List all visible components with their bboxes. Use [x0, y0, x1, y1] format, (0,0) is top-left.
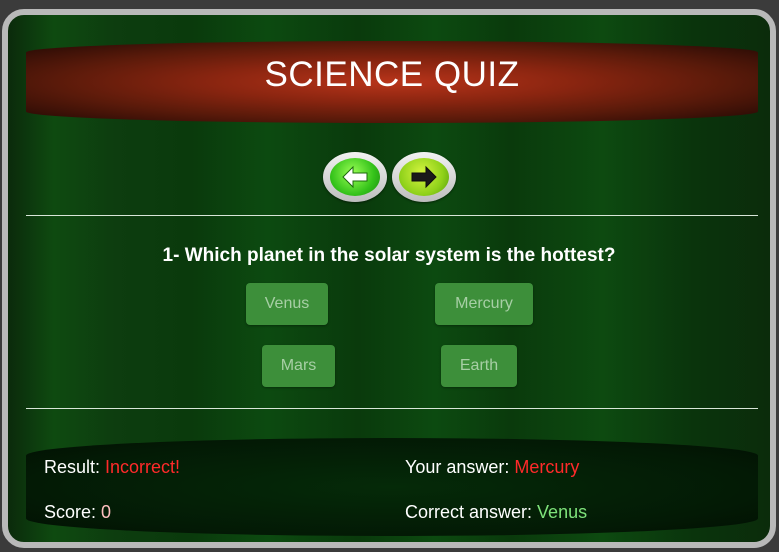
score-label: Score: — [44, 502, 102, 522]
correct-answer-label: Correct answer: — [405, 502, 538, 522]
arrow-left-icon — [329, 158, 380, 196]
previous-question-button[interactable] — [322, 152, 387, 202]
question-text: 1- Which planet in the solar system is t… — [162, 245, 616, 266]
result-label: Result: — [44, 457, 106, 477]
score-value: 0 — [101, 502, 112, 522]
quiz-header: SCIENCE QUIZ — [26, 41, 758, 123]
correct-answer-line: Correct answer: Venus — [405, 502, 587, 523]
result-status: Incorrect! — [105, 457, 181, 477]
your-answer-label: Your answer: — [405, 457, 515, 477]
score-line: Score: 0 — [44, 502, 111, 523]
top-divider — [26, 215, 758, 216]
answer-option-earth[interactable]: Earth — [441, 345, 517, 387]
your-answer-value: Mercury — [514, 457, 580, 477]
result-line: Result: Incorrect! — [44, 457, 180, 478]
answer-option-venus[interactable]: Venus — [246, 283, 328, 325]
result-panel: Result: Incorrect! Score: 0 Your answer:… — [26, 438, 758, 536]
page-frame: SCIENCE QUIZ 1- Which planet in the sola… — [0, 0, 779, 552]
arrow-right-icon — [398, 158, 449, 196]
quiz-title: SCIENCE QUIZ — [264, 55, 520, 94]
answer-option-mercury[interactable]: Mercury — [435, 283, 533, 325]
correct-answer-value: Venus — [537, 502, 588, 522]
bottom-divider — [26, 408, 758, 409]
next-question-button[interactable] — [391, 152, 456, 202]
question-navigation — [8, 152, 770, 202]
your-answer-line: Your answer: Mercury — [405, 457, 579, 478]
answer-option-mars[interactable]: Mars — [262, 345, 335, 387]
quiz-card: SCIENCE QUIZ 1- Which planet in the sola… — [2, 9, 776, 548]
